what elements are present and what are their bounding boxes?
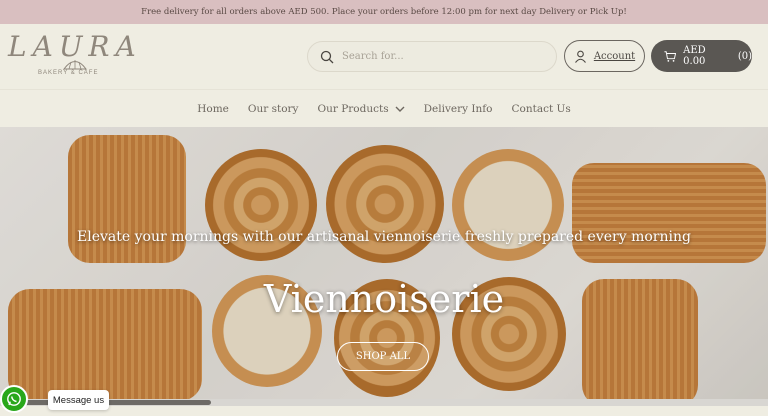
- nav-our-story-label: Our story: [247, 102, 299, 115]
- main-nav: Home Our story Our Products Delivery Inf…: [0, 89, 768, 127]
- chevron-down-icon: [395, 106, 405, 112]
- hero-subtitle: Elevate your mornings with our artisanal…: [77, 229, 691, 245]
- cart-amount: AED 0.00: [683, 45, 706, 67]
- nav-delivery-info-label: Delivery Info: [423, 102, 493, 115]
- logo[interactable]: LAURA BAKERY & CAFE: [8, 30, 136, 86]
- cart-button[interactable]: AED 0.00 (0): [651, 40, 752, 72]
- nav-home-label: Home: [197, 102, 229, 115]
- whatsapp-icon: [7, 392, 21, 406]
- nav-our-products[interactable]: Our Products: [317, 102, 405, 115]
- shop-all-button[interactable]: SHOP ALL: [337, 342, 429, 371]
- cart-count: (0): [737, 50, 752, 62]
- message-us-label: Message us: [52, 394, 105, 406]
- search-input[interactable]: [342, 51, 532, 62]
- hero-title: Viennoiserie: [263, 277, 505, 321]
- user-icon: [574, 50, 586, 63]
- nav-our-story[interactable]: Our story: [248, 103, 299, 115]
- nav-home[interactable]: Home: [197, 103, 229, 115]
- croissant-icon: [63, 60, 87, 70]
- nav-our-products-label: Our Products: [317, 102, 389, 115]
- page-bottom: [0, 406, 768, 416]
- announcement-text: Free delivery for all orders above AED 5…: [141, 7, 627, 17]
- header: LAURA BAKERY & CAFE Account AED 0.00 (0): [0, 24, 768, 89]
- logo-subtitle: BAKERY & CAFE: [38, 70, 99, 76]
- hero-banner: Elevate your mornings with our artisanal…: [0, 127, 768, 416]
- hero-overlay: [0, 127, 768, 416]
- nav-contact-us[interactable]: Contact Us: [512, 103, 571, 115]
- nav-delivery-info[interactable]: Delivery Info: [424, 103, 493, 115]
- nav-contact-us-label: Contact Us: [511, 102, 571, 115]
- search-bar[interactable]: [307, 41, 557, 72]
- announcement-bar: Free delivery for all orders above AED 5…: [0, 0, 768, 24]
- whatsapp-button[interactable]: [0, 385, 28, 413]
- account-button[interactable]: Account: [564, 40, 645, 72]
- message-us-bubble[interactable]: Message us: [48, 390, 109, 410]
- cart-icon: [664, 50, 677, 62]
- search-icon: [320, 50, 334, 63]
- account-label: Account: [593, 50, 636, 62]
